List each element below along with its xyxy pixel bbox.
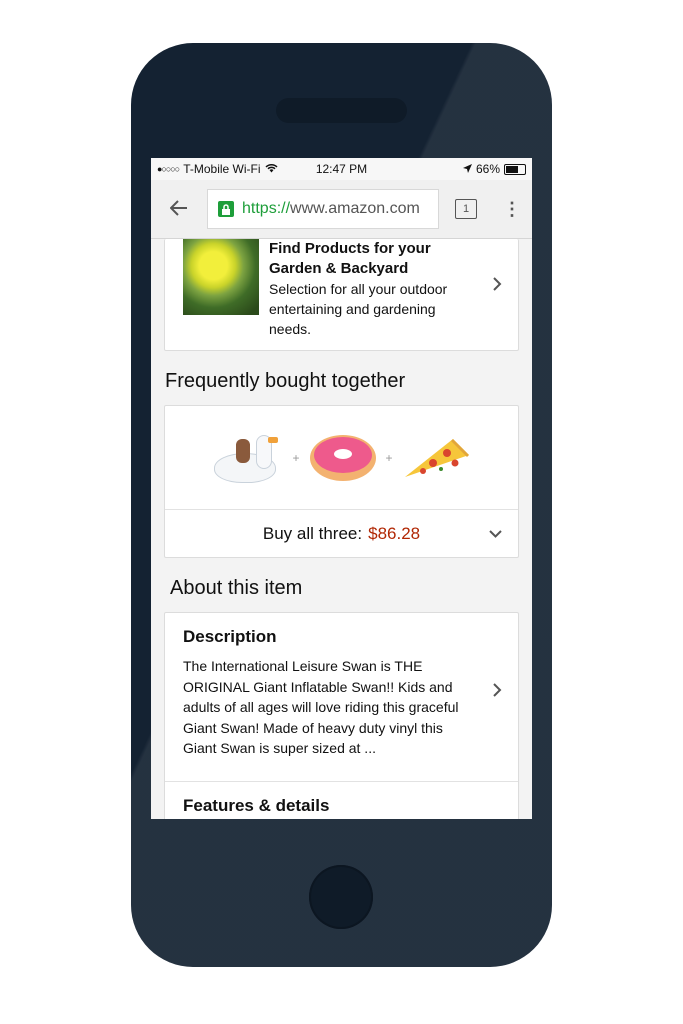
plus-icon: + [385,450,393,465]
features-details-row[interactable]: Features & details [165,782,518,820]
flower-image [183,239,259,315]
buy-all-row[interactable]: Buy all three: $86.28 [165,510,518,557]
address-bar[interactable]: https://www.amazon.com [207,189,439,229]
status-bar: ●○○○○ T-Mobile Wi-Fi 12:47 PM 66% [151,158,532,180]
description-title: Description [183,627,277,646]
description-text: The International Leisure Swan is THE OR… [183,658,459,756]
browser-toolbar: https://www.amazon.com 1 ⋮ [151,180,532,239]
donut-float-image [309,434,376,481]
description-row[interactable]: Description The International Leisure Sw… [165,613,518,782]
chevron-right-icon [493,275,502,296]
phone-speaker [276,98,407,123]
about-item-card: Description The International Leisure Sw… [164,612,519,819]
url-scheme: https:// [242,200,291,217]
section-title-frequently-bought: Frequently bought together [165,370,406,392]
signal-icon: ●○○○○ [157,164,180,174]
home-button[interactable] [309,865,373,929]
section-title-about: About this item [170,577,303,599]
battery-icon [504,163,526,175]
chevron-down-icon[interactable] [489,525,502,543]
location-icon [462,162,472,176]
promo-text: Selection for all your outdoor entertain… [269,281,448,337]
frequently-bought-card: + + Buy all three: $86.28 [164,405,519,558]
bundle-images[interactable]: + + [165,406,518,510]
buy-all-price: $86.28 [368,523,421,543]
more-vert-icon[interactable]: ⋮ [503,200,521,218]
clock: 12:47 PM [315,162,368,176]
arrow-left-icon[interactable] [151,196,207,222]
buy-all-label: Buy all three: [262,523,363,543]
wifi-icon [265,162,278,176]
lock-icon [218,201,234,217]
chevron-right-icon [493,681,502,702]
url-host: www.amazon.com [290,200,420,217]
phone-screen: ●○○○○ T-Mobile Wi-Fi 12:47 PM 66% https:… [151,158,532,819]
battery-level [506,165,518,173]
plus-icon: + [292,450,300,465]
tab-switcher-button[interactable]: 1 [455,199,477,219]
pizza-float-image [403,435,473,481]
promo-title-line1: Find Products for your [269,240,431,257]
carrier-label: T-Mobile Wi-Fi [183,162,261,176]
battery-percent: 66% [475,162,500,176]
promo-title-line2: Garden & Backyard [269,260,409,277]
swan-float-image [210,433,282,483]
page-content: Find Products for your Garden & Backyard… [151,239,532,819]
garden-promo-card[interactable]: Find Products for your Garden & Backyard… [164,239,519,351]
